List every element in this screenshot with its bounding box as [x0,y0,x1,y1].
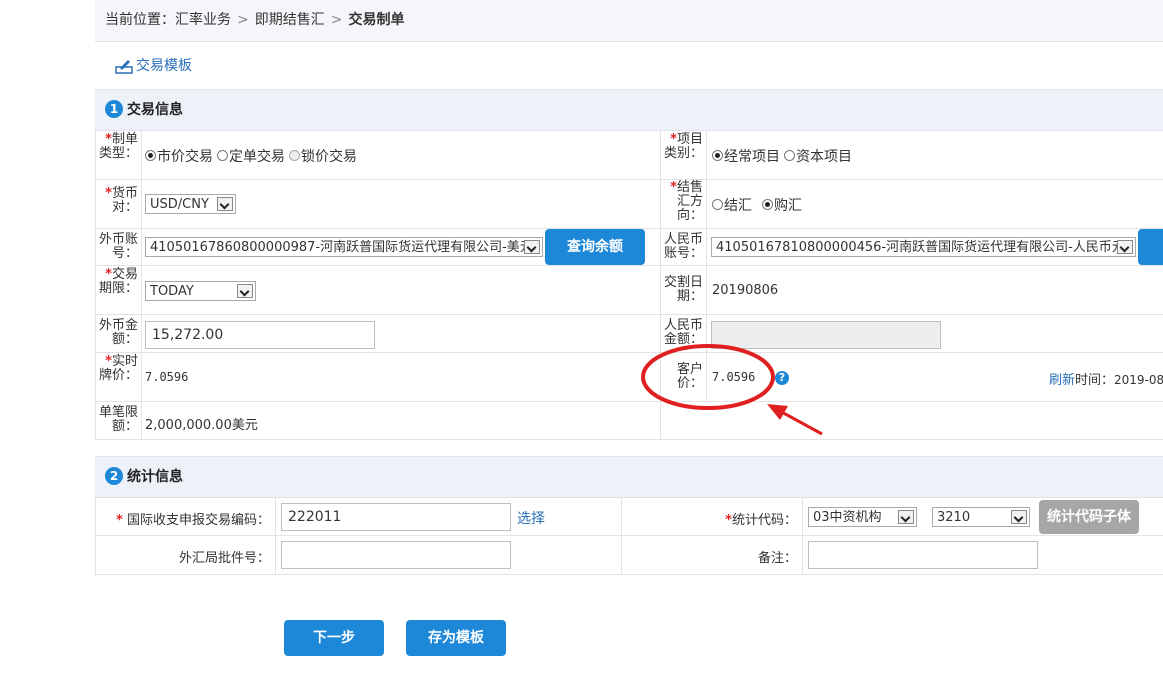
radio-purchase[interactable] [762,198,773,210]
breadcrumb-item-spot[interactable]: 即期结售汇 [255,0,325,40]
form-row [95,353,1163,402]
stat-code-select-1[interactable]: 03中资机构 [808,507,917,527]
chevron-down-icon [237,284,253,298]
declare-code-label: * 国际收支申报交易编码： [116,513,270,528]
radio-lock [289,149,300,161]
realtime-price-value: 7.0596 [145,370,189,384]
annotation-ellipse [641,344,775,410]
cny-account-select[interactable]: 41050167810800000456-河南跃普国际货运代理有限公司-人民币元 [711,237,1136,257]
breadcrumb: 当前位置：汇率业务 > 即期结售汇 > 交易制单 [95,0,1163,42]
project-type-radio-group: 经常项目 资本项目 [712,146,856,166]
project-type-label: *项目类别： [663,132,703,161]
fx-account-select[interactable]: 41050167860800000987-河南跃普国际货运代理有限公司-美元 [145,237,543,257]
chevron-down-icon [898,510,914,524]
annotation-arrow-line [777,408,823,436]
fx-account-label: 外币账号： [98,232,138,261]
term-label: *交易期限： [98,267,138,296]
chevron-down-icon [217,197,233,211]
query-balance-button-cny[interactable] [1138,229,1163,265]
radio-purchase-label: 购汇 [774,198,802,214]
stat-code-select-2[interactable]: 3210 [932,507,1030,527]
single-limit-label: 单笔限额： [98,405,138,434]
trade-template-label: 交易模板 [136,58,192,74]
radio-lock-label: 锁价交易 [301,149,357,165]
divider [141,131,142,440]
select-link[interactable]: 选择 [517,508,545,528]
currency-pair-label: *货币对： [105,186,138,215]
settle-date-label: 交割日期： [663,275,703,304]
save-template-button[interactable]: 存为模板 [406,620,506,656]
settle-date-value: 20190806 [712,283,779,298]
order-type-radio-group: 市价交易 定单交易 锁价交易 [145,146,361,166]
radio-order-label: 定单交易 [229,149,285,165]
fx-amount-input[interactable]: 15,272.00 [145,321,375,349]
radio-order[interactable] [217,149,228,161]
stat-code-sub-button[interactable]: 统计代码子体 [1039,500,1139,534]
chevron-down-icon [1011,510,1027,524]
breadcrumb-item-rate[interactable]: 汇率业务 [175,0,231,40]
section-number-2: 2 [105,467,123,485]
radio-capital-account[interactable] [784,149,795,161]
approval-no-input[interactable] [281,541,511,569]
time-value: 2019-08 [1114,373,1163,387]
breadcrumb-prefix: 当前位置： [105,12,175,28]
annotation-arrow-head [767,404,788,420]
annotation-highlight [641,344,823,436]
breadcrumb-separator: > [237,12,249,28]
realtime-price-label: *实时牌价： [98,354,138,383]
time-label: 时间： [1075,373,1115,388]
radio-market[interactable] [145,149,156,161]
section-title: 统计信息 [127,469,183,485]
refresh-time: 刷新时间：2019-08 [1049,369,1163,388]
refresh-link[interactable]: 刷新 [1049,373,1075,388]
query-balance-button[interactable]: 查询余额 [545,229,645,265]
radio-capital-account-label: 资本项目 [796,149,852,165]
single-limit-value: 2,000,000.00美元 [145,418,258,433]
radio-market-label: 市价交易 [157,149,213,165]
approval-no-label: 外汇局批件号： [178,551,270,566]
remark-input[interactable] [808,541,1038,569]
form-row [95,180,1163,229]
breadcrumb-item-current: 交易制单 [348,12,405,28]
radio-settle-label: 结汇 [724,198,752,214]
next-step-button[interactable]: 下一步 [284,620,384,656]
trade-template-link[interactable]: 交易模板 [115,55,192,77]
order-type-label: *制单类型： [98,132,138,161]
section-title: 交易信息 [127,102,183,118]
remark-label: 备注： [757,551,797,566]
section-stat-info-header: 2 统计信息 [95,456,1163,498]
term-select[interactable]: TODAY [145,281,256,301]
declare-code-input[interactable]: 222011 [281,503,511,531]
section-number-1: 1 [105,100,123,118]
edit-template-icon [115,60,133,74]
cny-account-label: 人民币账号： [663,232,703,261]
currency-pair-select[interactable]: USD/CNY [145,194,236,214]
radio-settle[interactable] [712,198,723,210]
divider [275,498,276,575]
chevron-down-icon [524,240,540,254]
direction-label: *结售汇方向： [670,180,703,223]
divider [95,131,96,440]
section-trade-info-header: 1 交易信息 [95,89,1163,131]
breadcrumb-separator: > [330,12,343,28]
radio-current-account-label: 经常项目 [724,149,780,165]
chevron-down-icon [1117,240,1133,254]
stat-code-label: *统计代码： [725,513,797,528]
direction-radio-group: 结汇 购汇 [712,195,806,215]
divider [802,498,803,575]
fx-amount-label: 外币金额： [98,318,138,347]
radio-current-account[interactable] [712,149,723,161]
divider [95,498,96,575]
divider [621,498,622,575]
